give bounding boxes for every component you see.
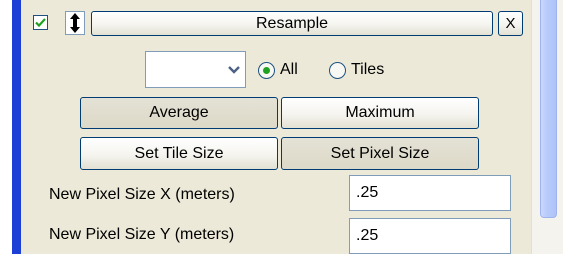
pixel-size-y-label: New Pixel Size Y (meters) bbox=[49, 226, 235, 243]
window-left-margin bbox=[0, 0, 12, 254]
scrollbar-thumb[interactable] bbox=[540, 0, 557, 218]
vertical-scrollbar[interactable] bbox=[531, 0, 563, 254]
close-button[interactable]: X bbox=[498, 11, 523, 36]
set-pixel-size-button[interactable]: Set Pixel Size bbox=[281, 137, 479, 170]
up-down-arrow-icon bbox=[70, 13, 80, 33]
radio-all[interactable] bbox=[258, 62, 275, 79]
pixel-size-x-input[interactable] bbox=[349, 175, 511, 211]
maximum-button[interactable]: Maximum bbox=[281, 97, 479, 129]
average-button[interactable]: Average bbox=[80, 97, 278, 129]
window-right-margin bbox=[563, 0, 582, 254]
reorder-handle[interactable] bbox=[65, 11, 85, 35]
radio-all-label: All bbox=[280, 61, 298, 78]
radio-tiles-label: Tiles bbox=[351, 61, 385, 78]
pixel-size-x-label: New Pixel Size X (meters) bbox=[49, 186, 235, 203]
radio-selected-dot bbox=[263, 67, 270, 74]
radio-tiles[interactable] bbox=[329, 62, 346, 79]
checkmark-icon bbox=[35, 18, 46, 28]
panel-frame-edge bbox=[12, 0, 21, 254]
set-tile-size-button[interactable]: Set Tile Size bbox=[80, 137, 278, 170]
enable-checkbox[interactable] bbox=[33, 15, 48, 30]
pixel-size-y-input[interactable] bbox=[349, 218, 511, 254]
layer-dropdown[interactable] bbox=[145, 51, 246, 88]
dropdown-arrow-button[interactable] bbox=[224, 53, 244, 86]
resample-button[interactable]: Resample bbox=[91, 11, 493, 36]
chevron-down-icon bbox=[228, 65, 240, 74]
